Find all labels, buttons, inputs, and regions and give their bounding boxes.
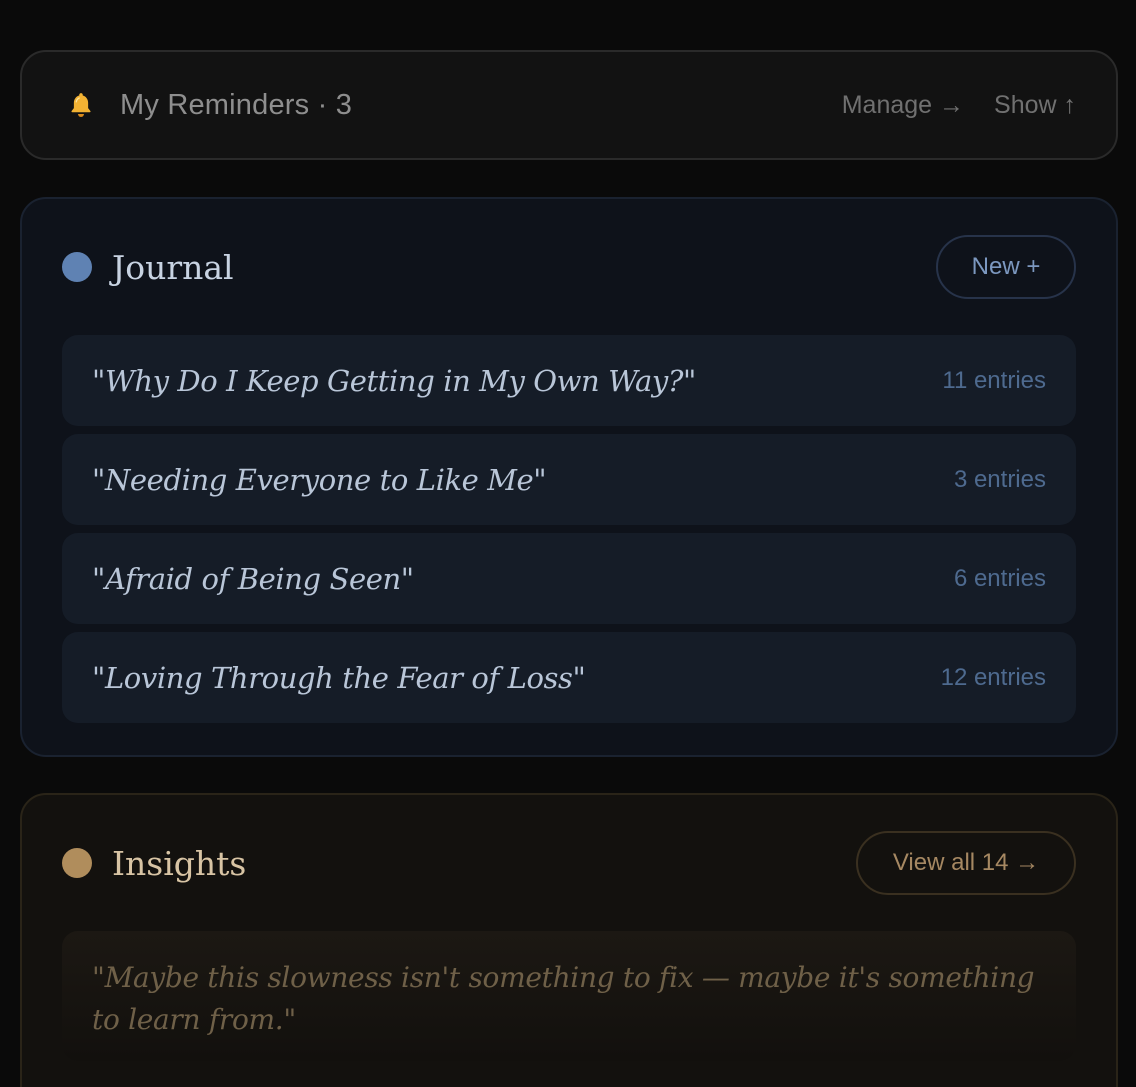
view-all-insights-button[interactable]: View all 14 → <box>856 831 1076 895</box>
bell-icon <box>71 93 91 117</box>
insights-dot-icon <box>62 848 92 878</box>
manage-link[interactable]: Manage → <box>842 91 964 120</box>
journal-entry[interactable]: "Loving Through the Fear of Loss" 12 ent… <box>62 632 1076 723</box>
insights-title: Insights <box>112 843 247 883</box>
journal-entry-count: 6 entries <box>953 564 1046 592</box>
journal-entry-title: "Needing Everyone to Like Me" <box>92 462 547 497</box>
insights-card: Insights View all 14 → "Maybe this slown… <box>20 793 1118 1087</box>
journal-dot-icon <box>62 252 92 282</box>
new-journal-button[interactable]: New + <box>936 235 1076 299</box>
reminders-title: My Reminders · 3 <box>120 88 353 121</box>
journal-entry[interactable]: "Needing Everyone to Like Me" 3 entries <box>62 434 1076 525</box>
journal-entry-title: "Afraid of Being Seen" <box>92 561 414 596</box>
journal-entry[interactable]: "Why Do I Keep Getting in My Own Way?" 1… <box>62 335 1076 426</box>
page: My Reminders · 3 Manage → Show ↑ Journal… <box>0 0 1136 1087</box>
insight-quote: "Maybe this slowness isn't something to … <box>92 961 1035 1036</box>
show-toggle[interactable]: Show ↑ <box>994 91 1076 120</box>
journal-entry-count: 3 entries <box>953 465 1046 493</box>
journal-entry[interactable]: "Afraid of Being Seen" 6 entries <box>62 533 1076 624</box>
journal-entry-count: 11 entries <box>942 366 1046 394</box>
journal-header: Journal New + <box>62 199 1076 335</box>
insight-quote-card[interactable]: "Maybe this slowness isn't something to … <box>62 931 1076 1061</box>
journal-entry-title: "Loving Through the Fear of Loss" <box>92 660 586 695</box>
reminders-bar[interactable]: My Reminders · 3 Manage → Show ↑ <box>20 50 1118 160</box>
insights-header: Insights View all 14 → <box>62 795 1076 931</box>
journal-card: Journal New + "Why Do I Keep Getting in … <box>20 197 1118 757</box>
journal-entry-count: 12 entries <box>940 663 1046 691</box>
journal-entry-title: "Why Do I Keep Getting in My Own Way?" <box>92 363 696 398</box>
journal-title: Journal <box>112 247 234 287</box>
journal-entry-list: "Why Do I Keep Getting in My Own Way?" 1… <box>62 335 1076 723</box>
reminders-actions: Manage → Show ↑ <box>842 91 1076 120</box>
